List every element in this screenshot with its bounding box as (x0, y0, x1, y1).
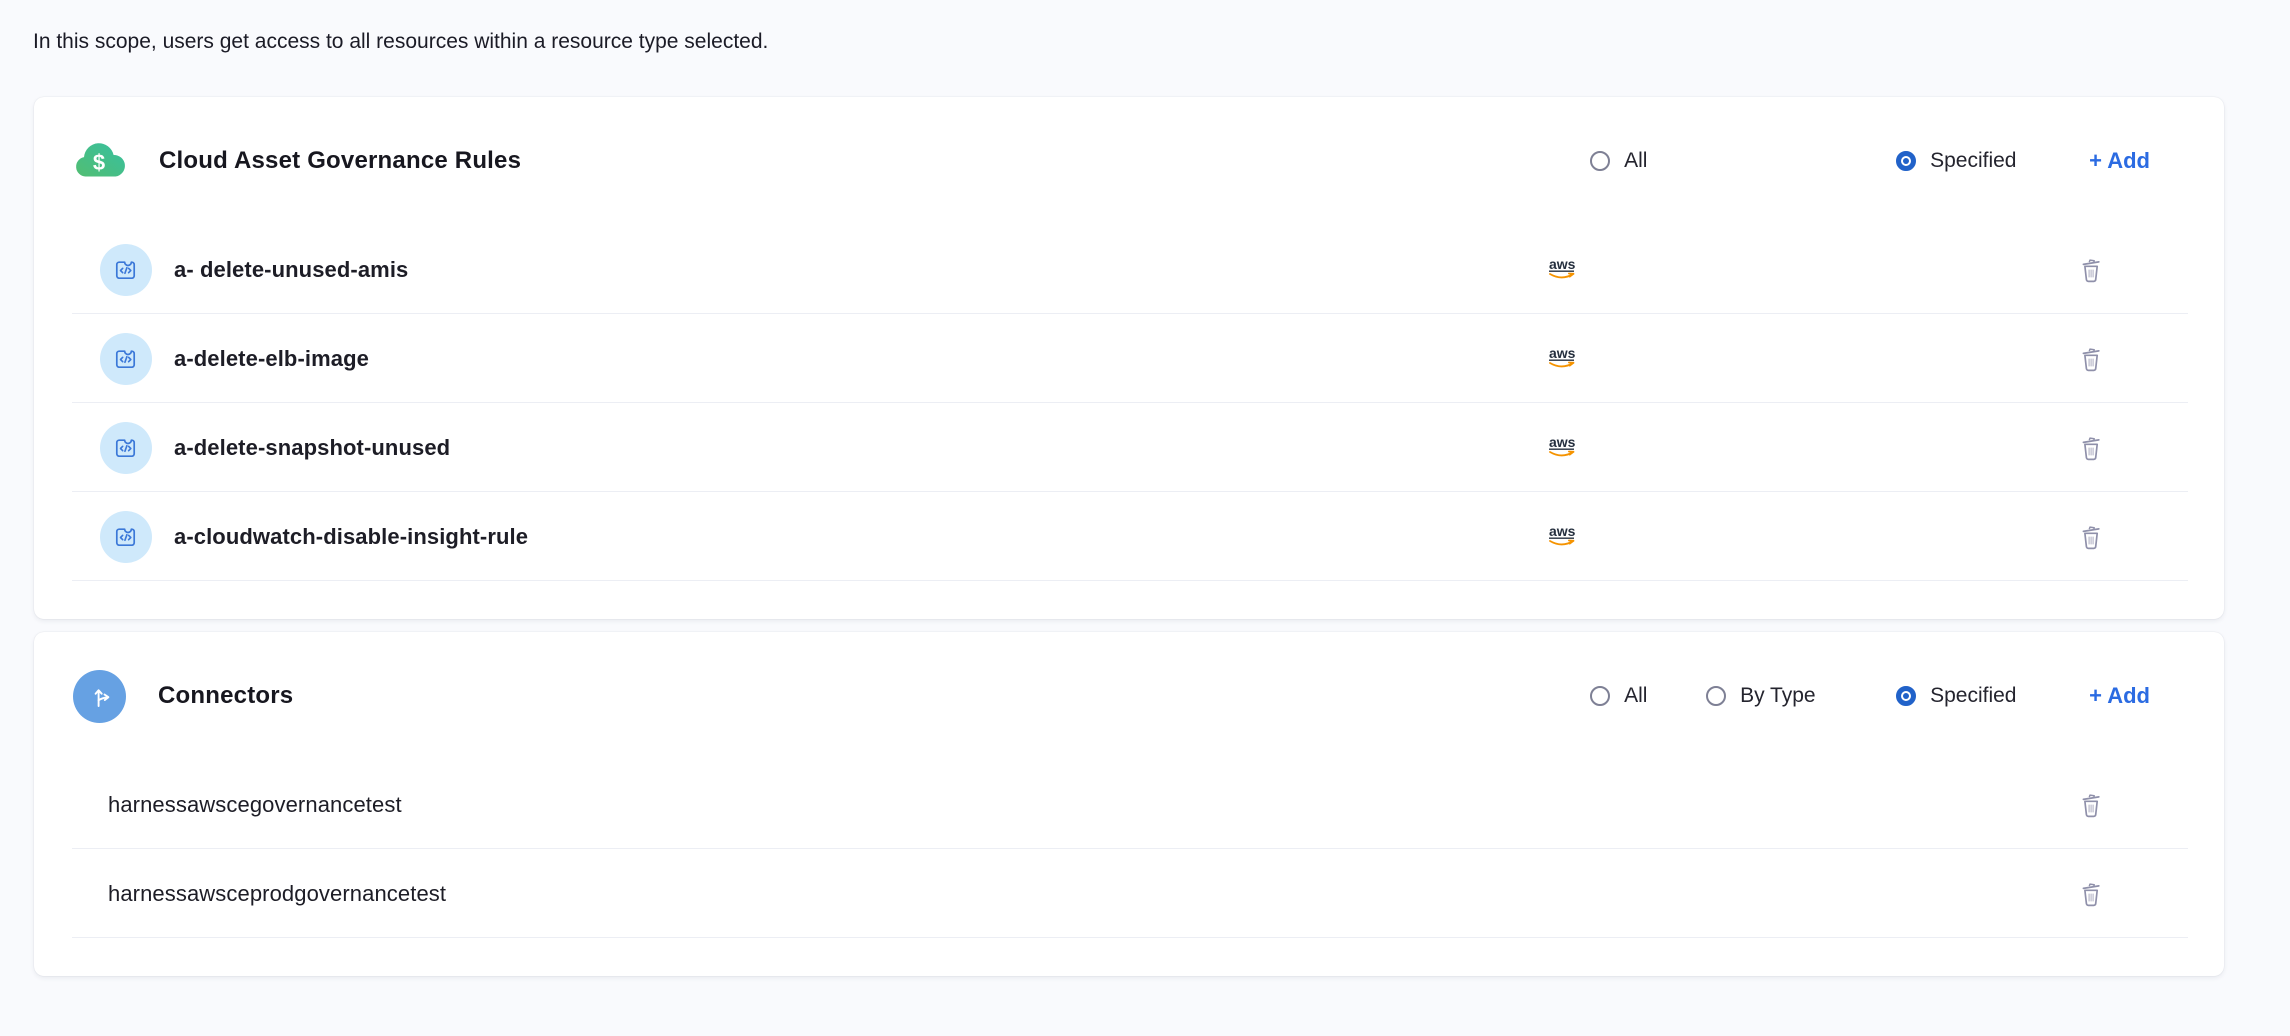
rule-script-icon (100, 422, 152, 474)
delete-rule-button[interactable] (2079, 345, 2103, 373)
svg-text:$: $ (93, 150, 105, 175)
governance-card-header: $ Cloud Asset Governance Rules All Speci… (34, 97, 2224, 225)
connectors-card: Connectors All By Type Specified + Add h… (34, 632, 2224, 976)
delete-connector-button[interactable] (2079, 791, 2103, 819)
svg-text:aws: aws (1549, 523, 1576, 539)
connector-row: harnessawscegovernancetest (34, 760, 2224, 849)
rule-name: a-delete-snapshot-unused (174, 435, 1541, 461)
radio-by-type[interactable] (1706, 686, 1726, 706)
radio-specified[interactable] (1896, 686, 1916, 706)
radio-all[interactable] (1590, 686, 1610, 706)
rule-script-icon (100, 244, 152, 296)
delete-rule-button[interactable] (2079, 256, 2103, 284)
rule-script-icon (100, 511, 152, 563)
connector-row: harnessawsceprodgovernancetest (34, 849, 2224, 938)
connector-name: harnessawscegovernancetest (100, 792, 2079, 818)
governance-rule-row: a-delete-elb-image aws (34, 314, 2224, 403)
aws-logo: aws (1541, 345, 2079, 372)
governance-card-title: Cloud Asset Governance Rules (159, 147, 521, 175)
governance-rule-row: a-cloudwatch-disable-insight-rule aws (34, 492, 2224, 581)
svg-text:aws: aws (1549, 345, 1576, 361)
governance-rules-card: $ Cloud Asset Governance Rules All Speci… (34, 97, 2224, 619)
delete-rule-button[interactable] (2079, 523, 2103, 551)
rule-name: a-cloudwatch-disable-insight-rule (174, 524, 1541, 550)
rule-name: a- delete-unused-amis (174, 257, 1541, 283)
radio-by-type-label[interactable]: By Type (1740, 684, 1816, 708)
radio-all[interactable] (1590, 151, 1610, 171)
delete-rule-button[interactable] (2079, 434, 2103, 462)
governance-rule-row: a-delete-snapshot-unused aws (34, 403, 2224, 492)
connectors-option-all[interactable]: All (1590, 684, 1706, 708)
connector-fork-icon (73, 670, 126, 723)
radio-specified[interactable] (1896, 151, 1916, 171)
connectors-add-button[interactable]: + Add (2089, 683, 2150, 709)
aws-logo: aws (1541, 434, 2079, 461)
radio-all-label[interactable]: All (1624, 149, 1647, 173)
rule-name: a-delete-elb-image (174, 346, 1541, 372)
governance-add-button[interactable]: + Add (2089, 148, 2150, 174)
connectors-option-specified[interactable]: Specified (1896, 684, 2089, 708)
connectors-scope-options: All By Type Specified + Add (1590, 683, 2150, 709)
radio-specified-label[interactable]: Specified (1930, 149, 2016, 173)
radio-specified-label[interactable]: Specified (1930, 684, 2016, 708)
svg-text:aws: aws (1549, 434, 1576, 450)
radio-all-label[interactable]: All (1624, 684, 1647, 708)
governance-rule-row: a- delete-unused-amis aws (34, 225, 2224, 314)
svg-text:aws: aws (1549, 256, 1576, 272)
aws-logo: aws (1541, 523, 2079, 550)
connectors-card-header: Connectors All By Type Specified + Add (34, 632, 2224, 760)
governance-option-all[interactable]: All (1590, 149, 1706, 173)
scope-description: In this scope, users get access to all r… (0, 0, 2290, 54)
governance-option-specified[interactable]: Specified (1896, 149, 2089, 173)
rule-script-icon (100, 333, 152, 385)
connector-name: harnessawsceprodgovernancetest (100, 881, 2079, 907)
cloud-dollar-icon: $ (73, 139, 127, 183)
connectors-card-title: Connectors (158, 682, 293, 710)
aws-logo: aws (1541, 256, 2079, 283)
governance-scope-options: All Specified + Add (1590, 148, 2150, 174)
delete-connector-button[interactable] (2079, 880, 2103, 908)
connectors-option-by-type[interactable]: By Type (1706, 684, 1896, 708)
